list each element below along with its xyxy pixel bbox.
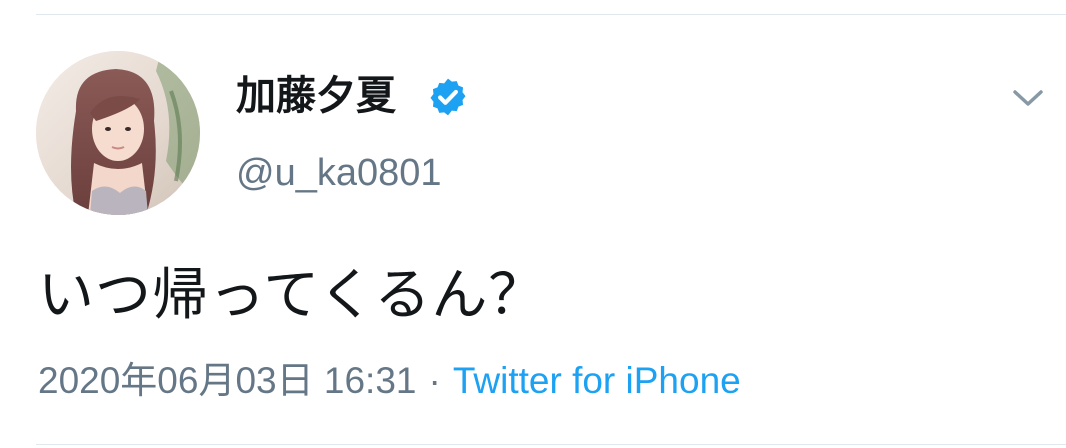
tweet-text: いつ帰ってくるん？ xyxy=(38,263,546,326)
tweet-timestamp[interactable]: 2020年06月03日 16:31 xyxy=(38,360,417,401)
user-handle[interactable]: @u_ka0801 xyxy=(236,150,442,196)
tweet-meta: 2020年06月03日 16:31 · Twitter for iPhone xyxy=(38,358,741,404)
avatar[interactable] xyxy=(36,51,200,215)
chevron-down-icon[interactable] xyxy=(1005,78,1051,118)
verified-badge-icon xyxy=(430,78,466,116)
tweet-card: 加藤夕夏 @u_ka0801 いつ帰ってくるん？ 2020年06月03日 16:… xyxy=(0,0,1066,448)
meta-separator: · xyxy=(428,360,441,401)
avatar-photo xyxy=(36,51,200,215)
top-divider xyxy=(36,14,1066,15)
tweet-source-link[interactable]: Twitter for iPhone xyxy=(453,360,741,401)
display-name[interactable]: 加藤夕夏 xyxy=(236,72,396,120)
bottom-divider xyxy=(36,444,1066,445)
